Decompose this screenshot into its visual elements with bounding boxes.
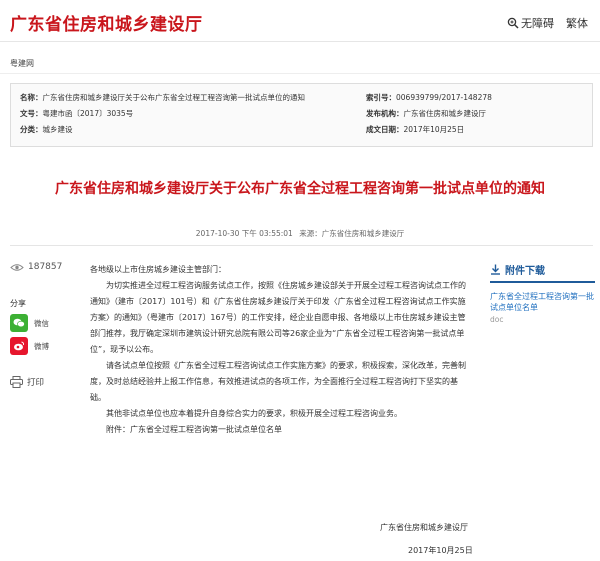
article-meta: 2017-10-30 下午 03:55:01 来源：广东省住房和城乡建设厅 <box>0 228 600 239</box>
accessibility-link[interactable]: 无障碍 <box>507 15 554 31</box>
article-source: 来源：广东省住房和城乡建设厅 <box>299 229 405 238</box>
meta-category: 分类：城乡建设 <box>20 124 73 135</box>
top-bar: 广东省住房和城乡建设厅 无障碍 繁体 <box>0 0 600 42</box>
accessibility-label: 无障碍 <box>521 17 554 30</box>
eye-icon <box>10 263 24 271</box>
divider <box>10 245 593 246</box>
weibo-label: 微博 <box>34 341 49 351</box>
meta-issuer: 发布机构：广东省住房和城乡建设厅 <box>366 108 486 119</box>
download-icon <box>491 264 500 275</box>
document-meta-box: 名称：广东省住房和城乡建设厅关于公布广东省全过程工程咨询第一批试点单位的通知 文… <box>10 83 593 147</box>
meta-category-label: 分类： <box>20 125 43 134</box>
meta-date-label: 成文日期： <box>366 125 404 134</box>
print-button[interactable]: 打印 <box>10 376 44 388</box>
wechat-icon <box>10 314 28 332</box>
wechat-label: 微信 <box>34 318 49 328</box>
meta-name: 名称：广东省住房和城乡建设厅关于公布广东省全过程工程咨询第一批试点单位的通知 <box>20 92 305 103</box>
meta-date: 成文日期：2017年10月25日 <box>366 124 464 135</box>
meta-name-label: 名称： <box>20 93 43 102</box>
meta-category-value: 城乡建设 <box>42 125 73 134</box>
paragraph: 请各试点单位按照《广东省全过程工程咨询试点工作实施方案》的要求，积极探索，深化改… <box>90 361 466 402</box>
attachment-link[interactable]: 广东省全过程工程咨询第一批试点单位名单 <box>490 291 595 313</box>
attachments-panel: 附件下载 广东省全过程工程咨询第一批试点单位名单 doc <box>490 262 595 324</box>
share-wechat-button[interactable]: 微信 <box>10 314 49 332</box>
accessibility-icon <box>507 17 519 29</box>
meta-index-label: 索引号： <box>366 93 396 102</box>
breadcrumb[interactable]: 粤建网 <box>10 58 34 69</box>
attachments-heading-label: 附件下载 <box>505 266 545 277</box>
print-label: 打印 <box>27 378 45 388</box>
meta-name-value: 广东省住房和城乡建设厅关于公布广东省全过程工程咨询第一批试点单位的通知 <box>42 93 306 102</box>
weibo-icon <box>10 337 28 355</box>
article-title: 广东省住房和城乡建设厅关于公布广东省全过程工程咨询第一批试点单位的通知 <box>55 181 545 197</box>
article-body: 各地级以上市住房城乡建设主管部门： 为切实推进全过程工程咨询服务试点工作，按照《… <box>90 262 470 438</box>
traditional-chinese-link[interactable]: 繁体 <box>566 15 588 31</box>
divider <box>0 73 600 74</box>
meta-issuer-label: 发布机构： <box>366 109 404 118</box>
left-sidebar: 187857 分享 微信 微博 打印 <box>10 262 70 388</box>
signature-date: 2017年10月25日 <box>408 546 473 555</box>
share-weibo-button[interactable]: 微博 <box>10 337 49 355</box>
meta-date-value: 2017年10月25日 <box>403 125 465 134</box>
meta-issuer-value: 广东省住房和城乡建设厅 <box>403 109 487 118</box>
signature-org: 广东省住房和城乡建设厅 <box>380 523 468 532</box>
paragraph: 其他非试点单位也应本着提升自身综合实力的要求，积极开展全过程工程咨询业务。 <box>106 409 402 418</box>
view-count: 187857 <box>10 262 70 272</box>
meta-doc-no: 文号：粤建市函〔2017〕3035号 <box>20 108 133 119</box>
site-title[interactable]: 广东省住房和城乡建设厅 <box>10 10 203 35</box>
attachment-ext: doc <box>490 315 504 324</box>
paragraph: 为切实推进全过程工程咨询服务试点工作，按照《住房城乡建设部关于开展全过程工程咨询… <box>90 281 466 354</box>
share-label: 分享 <box>10 299 26 308</box>
printer-icon <box>10 376 23 388</box>
meta-doc-no-value: 粤建市函〔2017〕3035号 <box>42 109 134 118</box>
attachments-heading: 附件下载 <box>490 262 595 283</box>
attachment-note: 附件：广东省全过程工程咨询第一批试点单位名单 <box>106 425 282 434</box>
view-count-value: 187857 <box>28 262 63 272</box>
publish-time: 2017-10-30 下午 03:55:01 <box>195 229 293 238</box>
meta-index-value: 006939799/2017-148278 <box>396 93 492 102</box>
meta-index: 索引号：006939799/2017-148278 <box>366 92 492 103</box>
meta-doc-no-label: 文号： <box>20 109 43 118</box>
header-tools: 无障碍 繁体 <box>495 15 588 31</box>
salutation: 各地级以上市住房城乡建设主管部门： <box>90 265 226 274</box>
traditional-label: 繁体 <box>566 17 588 30</box>
